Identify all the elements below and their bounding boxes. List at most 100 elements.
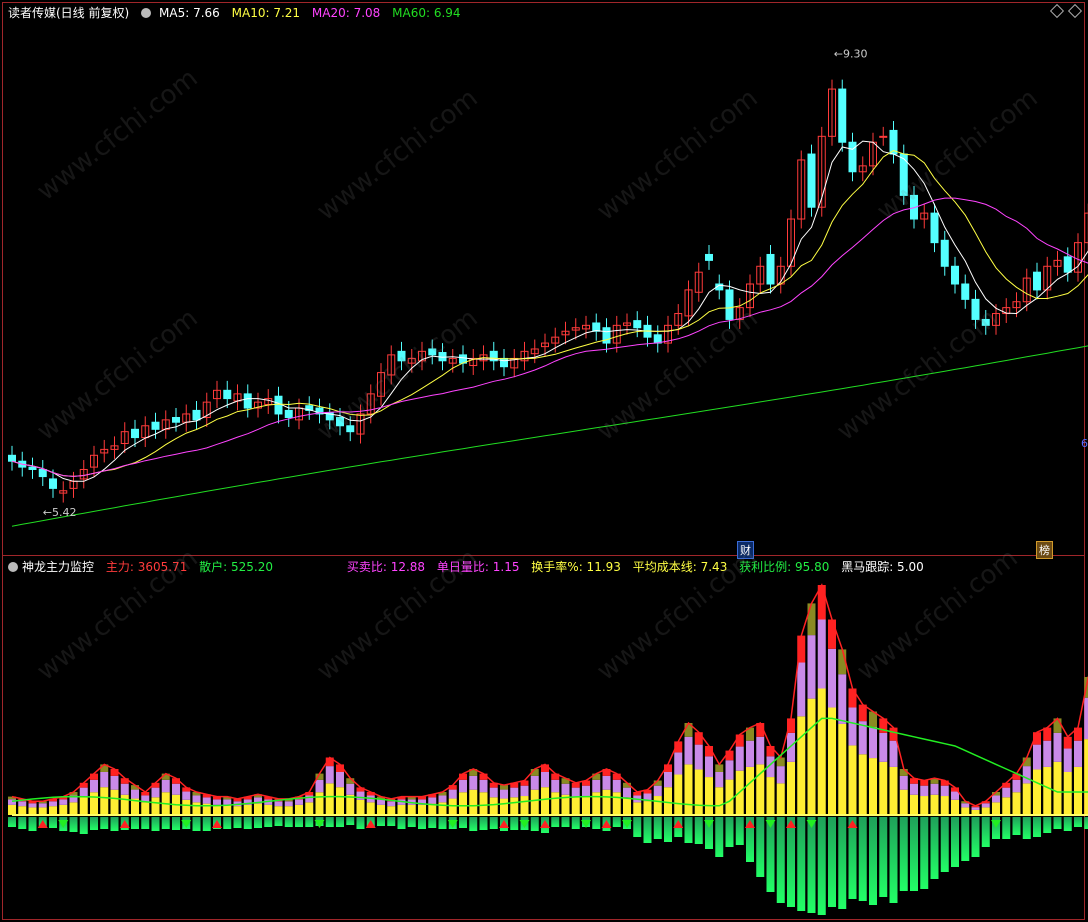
main-force-bar xyxy=(879,761,888,815)
main-force-bar xyxy=(582,796,590,815)
main-force-bar-mid xyxy=(1002,787,1011,798)
main-force-bar xyxy=(223,804,232,815)
retail-bar xyxy=(838,817,847,909)
indicator-settings-icon[interactable] xyxy=(8,562,18,572)
main-force-bar-mid xyxy=(510,787,519,798)
main-force-bar-mid xyxy=(623,787,631,798)
retail-bar xyxy=(18,817,27,829)
main-force-bar xyxy=(899,789,908,815)
retail-bar xyxy=(254,817,262,828)
retail-bar xyxy=(1002,817,1011,839)
main-force-bar-mid xyxy=(59,799,68,805)
main-force-bar xyxy=(981,807,990,815)
main-force-bar-mid xyxy=(1033,744,1041,770)
dragon-tiger-list-marker[interactable]: 榜 xyxy=(1036,541,1053,559)
main-force-bar-mid xyxy=(336,771,344,788)
retail-bar xyxy=(172,817,180,830)
main-force-bar-mid xyxy=(674,752,683,775)
retail-bar xyxy=(1022,817,1031,839)
main-force-bar xyxy=(38,807,47,815)
main-force-bar-mid xyxy=(582,785,590,797)
main-force-bar xyxy=(233,806,242,815)
settings-icon[interactable] xyxy=(141,8,152,18)
retail-bar xyxy=(612,817,621,827)
main-force-bar-mid xyxy=(869,727,877,759)
candle-body xyxy=(500,357,508,368)
main-force-bar xyxy=(787,761,795,815)
main-force-bar-mid xyxy=(305,795,314,803)
ma5-line xyxy=(11,140,1088,482)
stock-title[interactable]: 读者传媒(日线 前复权) xyxy=(8,6,129,20)
candle-body xyxy=(1063,256,1072,273)
main-force-bar xyxy=(766,777,775,815)
stock-chart-canvas[interactable]: ←9.30 ←5.42 xyxy=(0,0,1088,922)
main-force-bar-mid xyxy=(910,783,918,795)
retail-bar xyxy=(69,817,78,832)
main-force-bar xyxy=(254,803,262,815)
main-force-bar xyxy=(295,804,303,815)
main-force-bar-mid xyxy=(325,766,334,784)
main-force-bar xyxy=(1022,783,1031,815)
main-force-bar xyxy=(776,783,785,815)
retail-bar xyxy=(28,817,37,831)
main-force-bar xyxy=(305,802,314,815)
main-force-bar-mid xyxy=(1074,740,1082,767)
main-force-bar xyxy=(110,789,119,815)
main-force-bar xyxy=(243,804,252,815)
main-force-bar xyxy=(664,787,672,815)
retail-bar xyxy=(49,817,57,828)
main-force-bar xyxy=(592,792,601,815)
main-force-bar xyxy=(100,787,109,815)
main-force-bar-mid xyxy=(992,795,1000,803)
retail-bar xyxy=(776,817,785,903)
retail-bar xyxy=(787,817,795,907)
candle-body xyxy=(848,141,857,173)
main-force-bar xyxy=(192,802,201,815)
candle-body xyxy=(8,454,16,462)
retail-bar xyxy=(510,817,519,830)
finance-marker[interactable]: 财 xyxy=(737,541,754,559)
main-force-bar-top xyxy=(807,603,816,636)
main-force-bar xyxy=(284,806,293,815)
main-force-bar xyxy=(377,804,385,815)
main-force-bar xyxy=(1002,797,1011,815)
main-force-bar xyxy=(910,794,918,815)
retail-bar xyxy=(684,817,693,843)
main-force-bar-mid xyxy=(725,760,734,780)
main-force-bar xyxy=(1033,769,1041,815)
main-force-bar xyxy=(705,777,713,815)
main-force-bar-mid xyxy=(848,707,857,746)
retail-bar xyxy=(797,817,806,911)
retail-bar xyxy=(971,817,980,857)
main-force-bar xyxy=(274,806,283,815)
retail-bar xyxy=(407,817,416,827)
retail-bar xyxy=(828,817,836,907)
sanhu-value: 散户: 525.20 xyxy=(199,560,274,574)
main-force-bar xyxy=(49,806,57,815)
candle-body xyxy=(879,135,888,138)
main-force-bar-mid xyxy=(49,801,57,807)
main-force-bar-top xyxy=(694,732,703,745)
main-force-bar xyxy=(489,797,498,815)
main-force-bar-mid xyxy=(1012,779,1021,793)
candle-body xyxy=(899,153,908,196)
main-force-line xyxy=(11,583,1088,807)
retail-bar xyxy=(1033,817,1041,837)
retail-bar xyxy=(79,817,88,834)
main-force-bar-mid xyxy=(899,775,908,790)
indicator-title[interactable]: 神龙主力监控 xyxy=(22,560,94,574)
main-force-bar-mid xyxy=(940,785,949,797)
retail-bar xyxy=(377,817,385,826)
main-force-bar-mid xyxy=(705,756,713,778)
main-force-bar-mid xyxy=(213,799,221,805)
retail-bar xyxy=(869,817,877,905)
main-force-bar xyxy=(623,797,631,815)
main-force-bar xyxy=(725,779,734,815)
main-force-bar xyxy=(951,799,959,815)
retail-bar xyxy=(1084,817,1088,829)
main-force-bar-mid xyxy=(1022,766,1031,784)
main-force-bar xyxy=(448,798,457,815)
main-force-bar-mid xyxy=(500,789,508,799)
main-force-bar xyxy=(1053,761,1062,815)
main-force-bar xyxy=(848,745,857,815)
